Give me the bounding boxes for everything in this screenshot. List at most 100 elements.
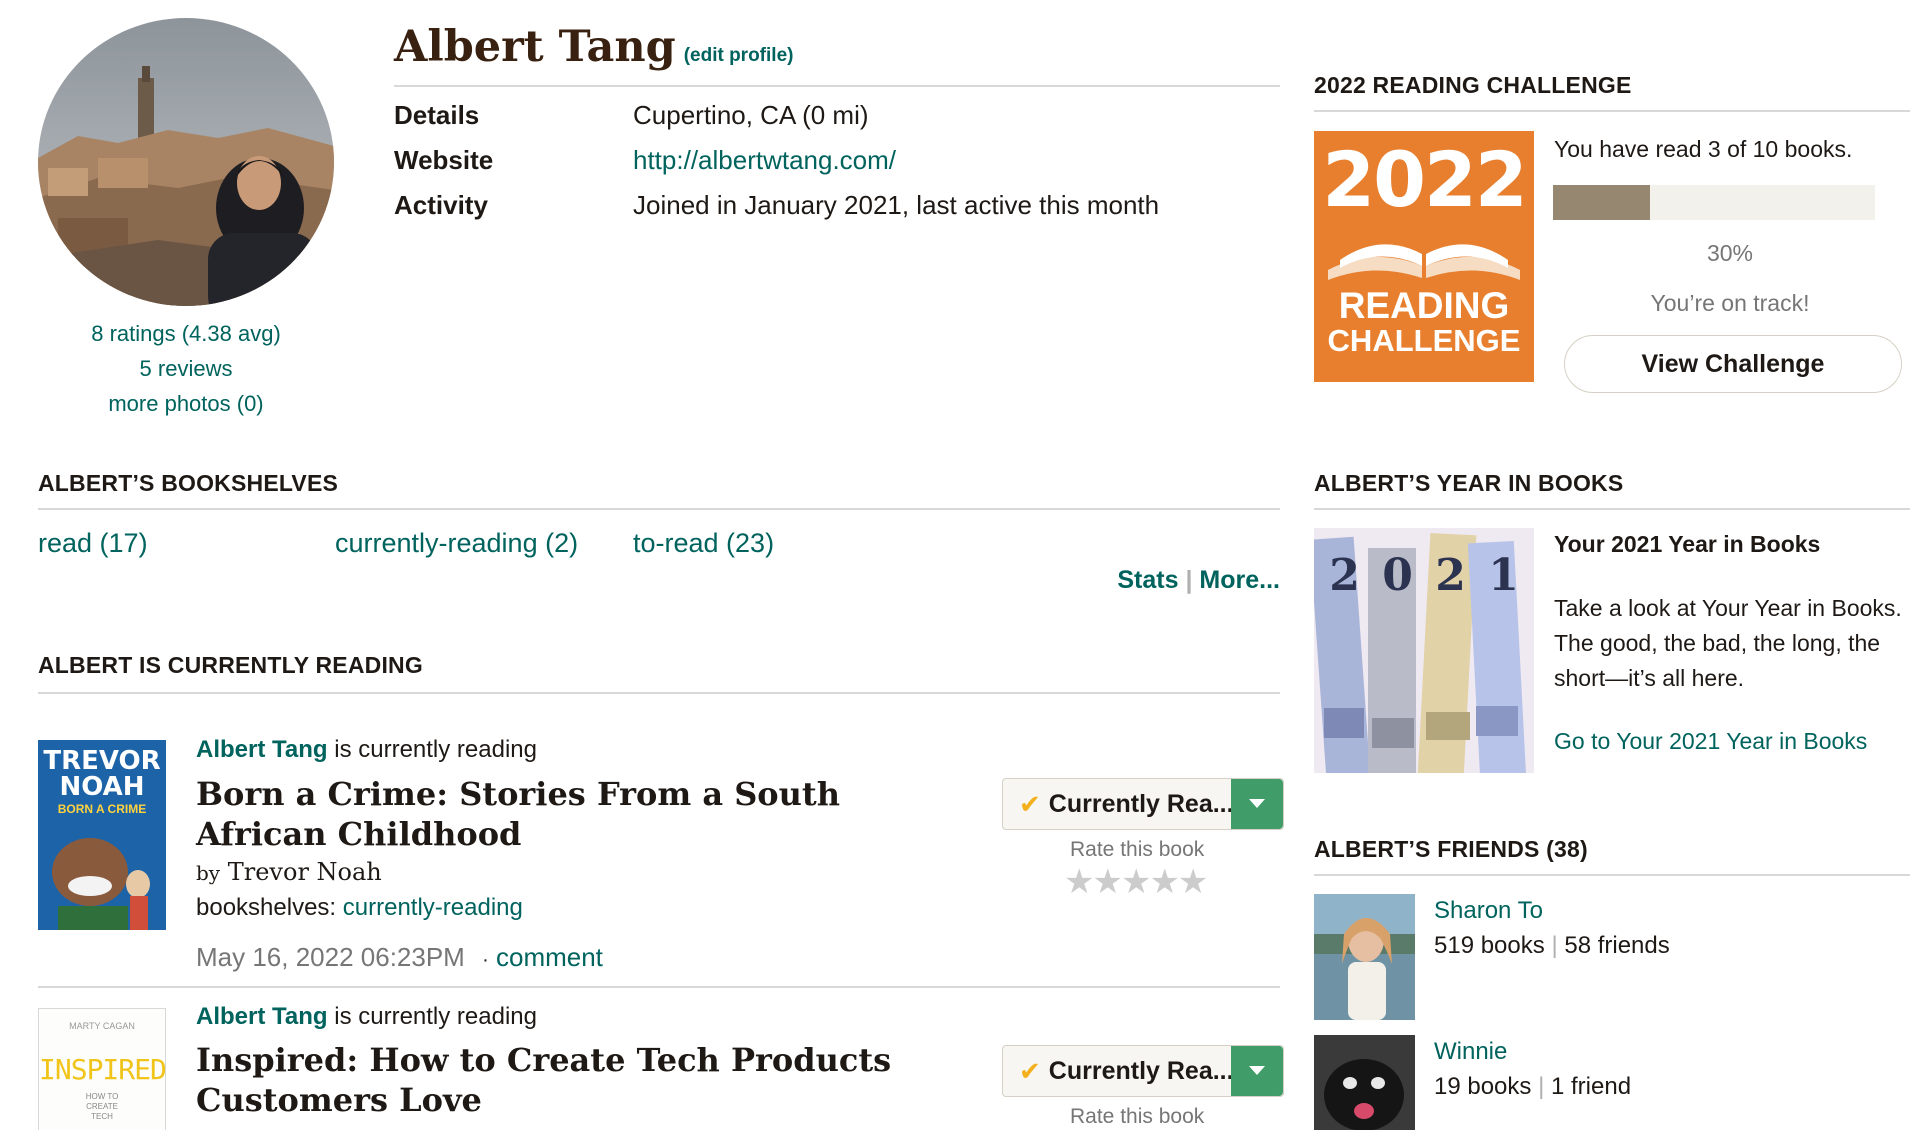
chevron-down-icon	[1249, 1066, 1265, 1075]
friend-avatar[interactable]	[1314, 1035, 1415, 1130]
cover-text: NOAH	[59, 772, 145, 802]
friend-friends-link[interactable]: 1 friend	[1551, 1073, 1631, 1100]
reader-link[interactable]: Albert Tang	[196, 1003, 328, 1030]
stats-link[interactable]: Stats	[1117, 566, 1178, 594]
chevron-down-icon	[1249, 799, 1265, 808]
cover-text: MARTY CAGAN	[69, 1021, 135, 1031]
friend-avatar[interactable]	[1314, 894, 1415, 1020]
shelf-status-label: Currently Rea...	[1048, 1056, 1231, 1085]
shelf-status-main[interactable]: ✔ Currently Rea...	[1003, 779, 1231, 829]
shelf-currently-reading[interactable]: currently-reading (2)	[335, 528, 578, 559]
checkmark-icon: ✔	[1019, 1055, 1041, 1086]
activity-date-line: May 16, 2022 06:23PM · comment	[196, 942, 603, 973]
year-in-books-desc: Take a look at Your Year in Books.	[1554, 595, 1902, 621]
friend-books-link[interactable]: 519 books	[1434, 932, 1545, 959]
shelf-read[interactable]: read (17)	[38, 528, 148, 559]
separator: |	[1185, 566, 1193, 594]
shelf-status-button[interactable]: ✔ Currently Rea...	[1002, 1045, 1284, 1097]
book-title-link[interactable]: Born a Crime: Stories From a South Afric…	[196, 774, 916, 854]
bookshelves-line: bookshelves: currently-reading	[196, 894, 523, 922]
divider	[1314, 874, 1910, 876]
challenge-badge[interactable]: 2022 READING CHALLENGE	[1314, 131, 1534, 382]
shelf-status-label: Currently Rea...	[1048, 789, 1231, 818]
divider	[394, 85, 1280, 87]
website-link[interactable]: http://albertwtang.com/	[633, 145, 896, 176]
shelf-dropdown-button[interactable]	[1231, 1046, 1283, 1096]
star-rating[interactable]: ★★★★★	[1064, 862, 1208, 902]
divider	[1314, 110, 1910, 112]
details-value: Cupertino, CA (0 mi)	[633, 100, 869, 130]
more-photos-link[interactable]: more photos (0)	[108, 391, 263, 416]
divider	[38, 692, 1280, 694]
year-in-books-header: ALBERT’S YEAR IN BOOKS	[1314, 470, 1624, 496]
profile-name-text: Albert Tang	[394, 22, 676, 72]
checkmark-icon: ✔	[1019, 788, 1041, 819]
friend-name-link[interactable]: Winnie	[1434, 1038, 1507, 1066]
more-link[interactable]: More...	[1199, 566, 1280, 594]
divider	[38, 986, 1280, 988]
currently-reading-header: ALBERT IS CURRENTLY READING	[38, 652, 423, 678]
open-book-icon	[1328, 244, 1520, 280]
rate-this-book-label: Rate this book	[1070, 1105, 1205, 1128]
reviews-link[interactable]: 5 reviews	[140, 356, 233, 381]
friend-friends-link[interactable]: 58 friends	[1564, 932, 1669, 959]
author-link[interactable]: Trevor Noah	[228, 858, 382, 886]
badge-text: CHALLENGE	[1327, 323, 1521, 358]
book-title-link[interactable]: Inspired: How to Create Tech Products Cu…	[196, 1040, 916, 1120]
profile-name: Albert Tang (edit profile)	[394, 22, 793, 72]
friends-header: ALBERT’S FRIENDS (38)	[1314, 836, 1588, 862]
cover-text: INSPIRED	[39, 1053, 167, 1086]
shelf-to-read[interactable]: to-read (23)	[633, 528, 774, 559]
shelf-link[interactable]: currently-reading	[343, 894, 523, 921]
challenge-header: 2022 READING CHALLENGE	[1314, 72, 1632, 98]
divider	[1314, 508, 1910, 510]
shelf-dropdown-button[interactable]	[1231, 779, 1283, 829]
year-digit: 2	[1329, 550, 1360, 601]
ratings-link[interactable]: 8 ratings (4.38 avg)	[91, 321, 281, 346]
year-in-books-desc: short—it’s all here.	[1554, 665, 1745, 691]
cover-text: TREVOR	[43, 746, 161, 776]
book-cover-born-a-crime[interactable]: TREVOR NOAH BORN A CRIME	[38, 740, 166, 930]
activity-value: Joined in January 2021, last active this…	[633, 190, 1160, 220]
reading-activity: Albert Tang is currently reading	[196, 736, 537, 764]
cover-text: CREATE	[86, 1102, 118, 1111]
book-author-line: by Trevor Noah	[196, 858, 382, 886]
year-in-books-title: Your 2021 Year in Books	[1554, 531, 1821, 557]
bookshelves-header: ALBERT’S BOOKSHELVES	[38, 470, 339, 496]
year-digit: 2	[1435, 550, 1466, 601]
separator: |	[1538, 1073, 1545, 1100]
friend-books-link[interactable]: 19 books	[1434, 1073, 1531, 1100]
cover-text: HOW TO	[85, 1092, 119, 1101]
year-digit: 1	[1488, 550, 1519, 601]
year-in-books-desc: The good, the bad, the long, the	[1554, 630, 1881, 656]
activity-date[interactable]: May 16, 2022 06:23PM	[196, 942, 465, 972]
year-in-books-link[interactable]: Go to Your 2021 Year in Books	[1554, 724, 1867, 759]
challenge-percent: 30%	[1706, 240, 1754, 266]
reader-link[interactable]: Albert Tang	[196, 736, 328, 763]
book-cover-inspired[interactable]: MARTY CAGAN INSPIRED HOW TO CREATE TECH	[38, 1008, 167, 1130]
year-in-books-image[interactable]: 2 0 2 1	[1314, 528, 1534, 773]
badge-text: READING	[1338, 285, 1510, 326]
badge-year: 2022	[1322, 135, 1528, 224]
details-label: Details	[394, 100, 480, 130]
activity-text: is currently reading	[334, 736, 537, 763]
shelves-label: bookshelves:	[196, 894, 337, 921]
friend-name-link[interactable]: Sharon To	[1434, 897, 1543, 925]
cover-text: TECH	[91, 1112, 113, 1121]
separator: |	[1551, 932, 1558, 959]
shelf-status-button[interactable]: ✔ Currently Rea...	[1002, 778, 1284, 830]
view-challenge-button[interactable]: View Challenge	[1564, 335, 1902, 393]
website-label: Website	[394, 145, 494, 175]
edit-profile-link[interactable]: (edit profile)	[684, 45, 794, 66]
avatar[interactable]	[38, 18, 334, 306]
challenge-progress-text: You have read 3 of 10 books.	[1554, 136, 1853, 162]
challenge-progress-fill	[1553, 185, 1650, 220]
reading-activity: Albert Tang is currently reading	[196, 1003, 537, 1031]
friend-stats: 19 books | 1 friend	[1434, 1073, 1631, 1101]
shelf-actions: Stats | More...	[1117, 566, 1280, 595]
rate-this-book-label: Rate this book	[1070, 838, 1205, 861]
comment-link[interactable]: comment	[496, 942, 603, 972]
year-digit: 0	[1382, 550, 1413, 601]
shelf-status-main[interactable]: ✔ Currently Rea...	[1003, 1046, 1231, 1096]
divider	[38, 508, 1280, 510]
